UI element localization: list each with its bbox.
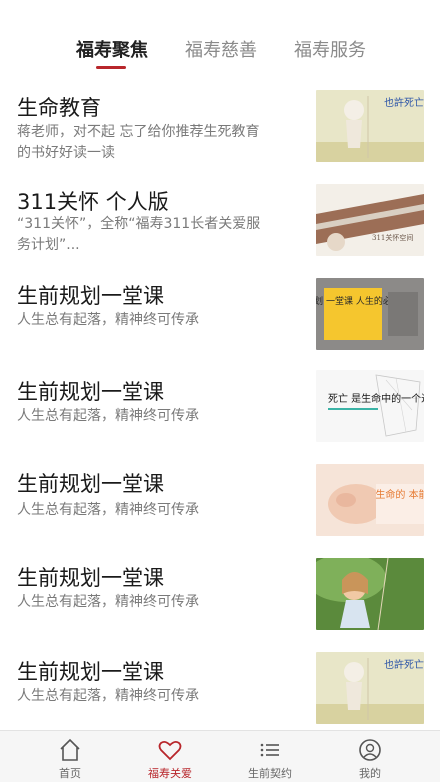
item-title: 生前规划一堂课 [17, 380, 164, 404]
thumbnail-caption: 也許死亡 就像 變成一隻蝴蝶 [384, 658, 424, 671]
user-icon [359, 739, 381, 761]
list-item[interactable]: 311关怀 个人版 “311关怀”，全称“福寿311长者关爱服务计划”... 3… [0, 178, 440, 266]
list-item[interactable]: 生前规划一堂课 人生总有起落，精神终可传承 [0, 554, 440, 642]
nav-care[interactable]: 福寿关爱 [130, 735, 210, 781]
item-thumbnail: 311关怀空间 [316, 184, 424, 256]
item-description: 人生总有起落，精神终可传承 [17, 408, 199, 424]
item-thumbnail: 死亡 是生命中的一个过程 [316, 370, 424, 442]
bottom-navigation: 首页 福寿关爱 生前契约 我的 [0, 730, 440, 782]
item-title: 生前规划一堂课 [17, 566, 164, 590]
top-tab-bar: 福寿聚焦 福寿慈善 福寿服务 [0, 0, 440, 80]
thumbnail-caption: 也許死亡 就像 變成一隻蝴蝶 [384, 96, 424, 109]
nav-mine[interactable]: 我的 [330, 735, 410, 781]
nav-label: 生前契约 [248, 767, 292, 780]
thumbnail-caption: 311关怀空间 [372, 233, 413, 242]
tab-focus[interactable]: 福寿聚焦 [76, 36, 148, 62]
item-thumbnail: 生命的 本能 [316, 464, 424, 536]
item-title: 311关怀 个人版 [17, 190, 169, 214]
item-description: 人生总有起落，精神终可传承 [17, 312, 199, 328]
item-thumbnail: 也許死亡 就像 變成一隻蝴蝶 [316, 90, 424, 162]
list-item[interactable]: 生前规划一堂课 人生总有起落，精神终可传承 死亡 是生命中的一个过程 [0, 366, 440, 454]
nav-label: 首页 [59, 767, 81, 780]
item-title: 生前规划一堂课 [17, 472, 164, 496]
thumbnail-caption: 生命的 本能 [375, 488, 424, 501]
item-title: 生前规划一堂课 [17, 660, 164, 684]
list-item[interactable]: 生前规划一堂课 人生总有起落，精神终可传承 生命的 本能 [0, 460, 440, 548]
nav-contract[interactable]: 生前契约 [230, 735, 310, 781]
nav-home[interactable]: 首页 [30, 735, 110, 781]
list-icon [260, 743, 279, 757]
list-item[interactable]: 生命教育 蒋老师，对不起 忘了给你推荐生死教育的书好好读一读 也許死亡 就像 變… [0, 86, 440, 174]
item-description: 人生总有起落，精神终可传承 [17, 688, 199, 704]
item-title: 生命教育 [17, 96, 101, 120]
list-item[interactable]: 生前规划一堂课 人生总有起落，精神终可传承 也許死亡 就像 變成一隻蝴蝶 [0, 648, 440, 736]
thumbnail-caption: 死亡 是生命中的一个过程 [328, 392, 424, 405]
tab-service[interactable]: 福寿服务 [294, 36, 366, 62]
nav-label: 福寿关爱 [148, 767, 192, 780]
item-description: 蒋老师，对不起 忘了给你推荐生死教育的书好好读一读 [17, 124, 260, 161]
item-thumbnail: 也許死亡 就像 變成一隻蝴蝶 [316, 652, 424, 724]
item-description: 人生总有起落，精神终可传承 [17, 502, 199, 518]
nav-label: 我的 [359, 767, 381, 780]
active-tab-indicator [96, 66, 126, 69]
heart-icon [158, 740, 182, 761]
home-icon [60, 738, 80, 761]
item-description: “311关怀”，全称“福寿311长者关爱服务计划”... [17, 216, 261, 253]
tab-charity[interactable]: 福寿慈善 [185, 36, 257, 62]
item-thumbnail: 生前规划 一堂课 人生的必修科目 [316, 278, 424, 350]
list-item[interactable]: 生前规划一堂课 人生总有起落，精神终可传承 生前规划 一堂课 人生的必修科目 [0, 272, 440, 360]
item-title: 生前规划一堂课 [17, 284, 164, 308]
item-thumbnail [316, 558, 424, 630]
item-description: 人生总有起落，精神终可传承 [17, 594, 199, 610]
